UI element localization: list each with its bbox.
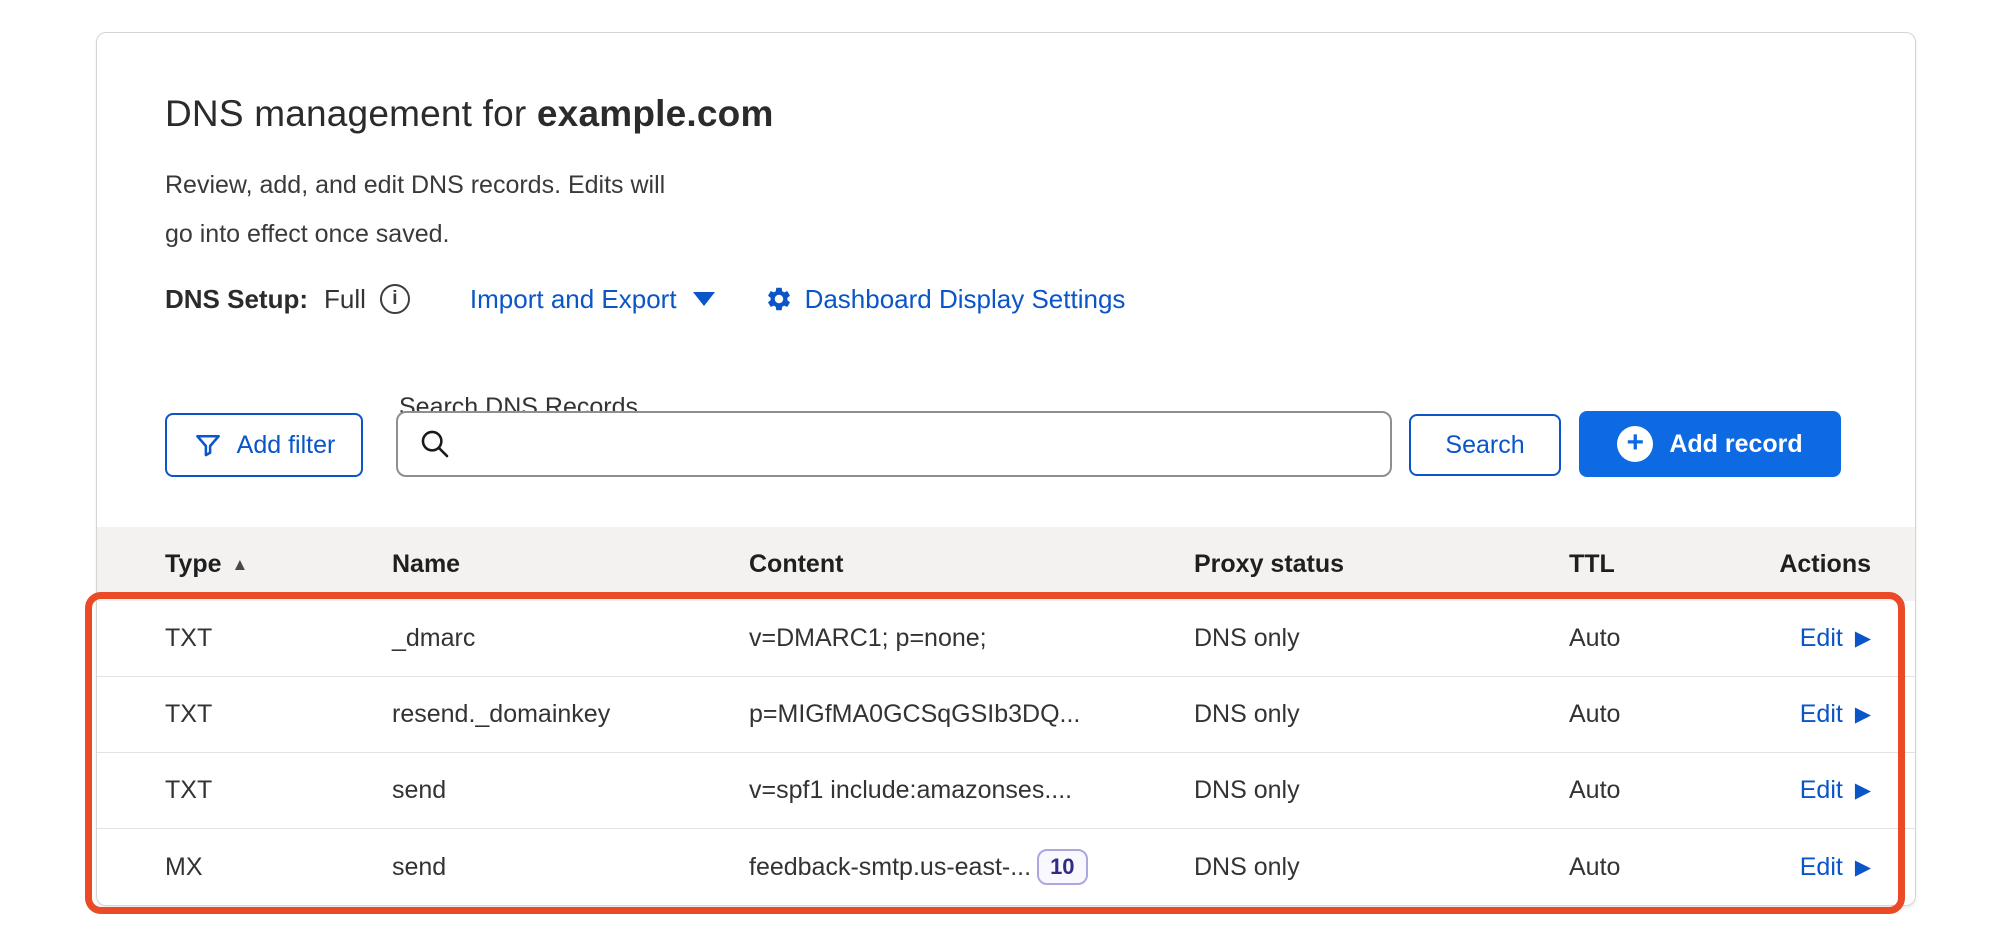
page-title: DNS management for example.com xyxy=(165,93,774,135)
subtitle-line: Review, add, and edit DNS records. Edits… xyxy=(165,161,665,210)
arrow-right-icon: ▶ xyxy=(1855,780,1871,801)
table-row: TXT _dmarc v=DMARC1; p=none; DNS only Au… xyxy=(97,601,1915,677)
search-icon xyxy=(418,427,452,461)
dns-management-panel: DNS management for example.com Review, a… xyxy=(96,32,1916,906)
cell-proxy-status: DNS only xyxy=(1194,776,1569,805)
edit-record-button[interactable]: Edit▶ xyxy=(1800,624,1871,653)
table-row: TXT resend._domainkey p=MIGfMA0GCSqGSIb3… xyxy=(97,677,1915,753)
plus-circle-icon: + xyxy=(1617,426,1653,462)
dns-setup-value: Full xyxy=(324,284,366,315)
gear-icon xyxy=(765,285,793,313)
cell-proxy-status: DNS only xyxy=(1194,853,1569,882)
dashboard-display-settings-label: Dashboard Display Settings xyxy=(805,284,1126,315)
cell-content-text: feedback-smtp.us-east-... xyxy=(749,853,1031,882)
dns-setup-label: DNS Setup: xyxy=(165,284,308,315)
cell-name: send xyxy=(392,776,749,805)
search-button-label: Search xyxy=(1445,431,1524,460)
search-button[interactable]: Search xyxy=(1409,414,1561,476)
sort-ascending-icon: ▲ xyxy=(232,555,249,574)
add-filter-label: Add filter xyxy=(237,431,336,460)
mx-priority-badge: 10 xyxy=(1037,849,1087,885)
import-export-label: Import and Export xyxy=(470,284,677,315)
cell-name: resend._domainkey xyxy=(392,700,749,729)
cell-ttl: Auto xyxy=(1569,776,1765,805)
add-filter-button[interactable]: Add filter xyxy=(165,413,363,477)
cell-proxy-status: DNS only xyxy=(1194,700,1569,729)
column-header-actions: Actions xyxy=(1765,550,1871,579)
dns-setup-row: DNS Setup: Full i Import and Export Dash… xyxy=(165,277,1125,321)
page-title-domain: example.com xyxy=(537,93,774,134)
cell-type: TXT xyxy=(165,776,392,805)
filter-funnel-icon xyxy=(193,430,223,460)
page-subtitle: Review, add, and edit DNS records. Edits… xyxy=(165,161,665,259)
cell-ttl: Auto xyxy=(1569,853,1765,882)
cell-content: v=spf1 include:amazonses.... xyxy=(749,776,1194,805)
cell-type: MX xyxy=(165,853,392,882)
cell-type: TXT xyxy=(165,700,392,729)
edit-record-button[interactable]: Edit▶ xyxy=(1800,700,1871,729)
search-input-container xyxy=(396,411,1392,477)
dashboard-display-settings-link[interactable]: Dashboard Display Settings xyxy=(765,284,1126,315)
arrow-right-icon: ▶ xyxy=(1855,628,1871,649)
arrow-right-icon: ▶ xyxy=(1855,704,1871,725)
info-circle-icon[interactable]: i xyxy=(380,284,410,314)
table-header-row: Type▲ Name Content Proxy status TTL Acti… xyxy=(97,527,1915,601)
cell-name: _dmarc xyxy=(392,624,749,653)
edit-record-button[interactable]: Edit▶ xyxy=(1800,853,1871,882)
dns-records-table: Type▲ Name Content Proxy status TTL Acti… xyxy=(97,527,1915,905)
column-header-ttl: TTL xyxy=(1569,550,1765,579)
import-export-dropdown[interactable]: Import and Export xyxy=(470,284,715,315)
column-header-type[interactable]: Type▲ xyxy=(165,550,392,579)
search-input[interactable] xyxy=(466,413,1370,475)
cell-name: send xyxy=(392,853,749,882)
cell-content: v=DMARC1; p=none; xyxy=(749,624,1194,653)
chevron-down-icon xyxy=(693,292,715,306)
add-record-label: Add record xyxy=(1669,430,1802,459)
table-row: TXT send v=spf1 include:amazonses.... DN… xyxy=(97,753,1915,829)
cell-proxy-status: DNS only xyxy=(1194,624,1569,653)
column-header-proxy-status: Proxy status xyxy=(1194,550,1569,579)
table-row: MX send feedback-smtp.us-east-... 10 DNS… xyxy=(97,829,1915,905)
cell-content: feedback-smtp.us-east-... 10 xyxy=(749,849,1194,885)
cell-type: TXT xyxy=(165,624,392,653)
add-record-button[interactable]: + Add record xyxy=(1579,411,1841,477)
arrow-right-icon: ▶ xyxy=(1855,857,1871,878)
cell-ttl: Auto xyxy=(1569,624,1765,653)
cell-content: p=MIGfMA0GCSqGSIb3DQ... xyxy=(749,700,1194,729)
column-header-content: Content xyxy=(749,550,1194,579)
subtitle-line: go into effect once saved. xyxy=(165,210,665,259)
edit-record-button[interactable]: Edit▶ xyxy=(1800,776,1871,805)
cell-ttl: Auto xyxy=(1569,700,1765,729)
page-title-prefix: DNS management for xyxy=(165,93,537,134)
column-header-name: Name xyxy=(392,550,749,579)
